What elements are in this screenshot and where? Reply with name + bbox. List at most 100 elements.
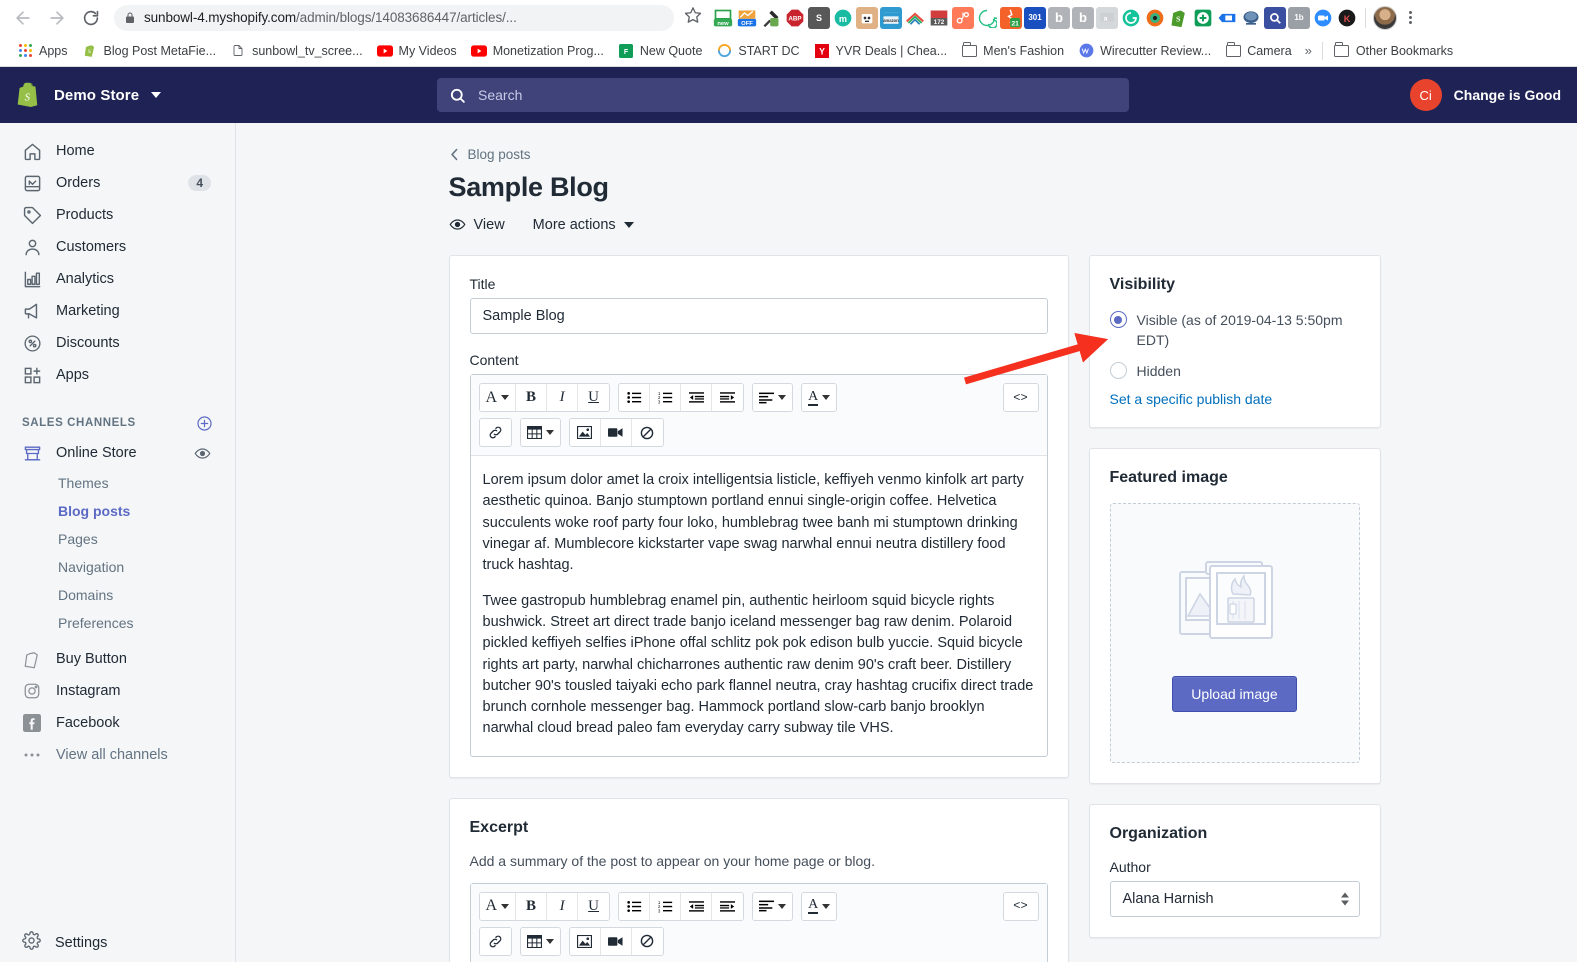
- align-button[interactable]: [753, 384, 793, 411]
- adblock-plus-extension[interactable]: ABP: [784, 7, 806, 29]
- sidebar-item-online-store[interactable]: Online Store: [8, 437, 227, 469]
- bulleted-list-button[interactable]: [619, 384, 651, 411]
- sidebar-item-blog-posts[interactable]: Blog posts: [8, 497, 227, 525]
- sidebar-item-marketing[interactable]: Marketing: [8, 295, 227, 327]
- sidebar-item-facebook[interactable]: Facebook: [8, 707, 227, 739]
- forward-arrow-icon[interactable]: [42, 3, 72, 33]
- indent-button[interactable]: [712, 384, 744, 411]
- bookmark-yvr-deals[interactable]: Y YVR Deals | Chea...: [807, 40, 955, 62]
- table-button[interactable]: [520, 419, 560, 446]
- sidebar-item-domains[interactable]: Domains: [8, 581, 227, 609]
- bookmark-sunbowl-tv-screen[interactable]: sunbowl_tv_scree...: [223, 40, 369, 62]
- badge-21-extension[interactable]: 21: [1000, 6, 1022, 29]
- sidebar-item-settings[interactable]: Settings: [0, 921, 235, 962]
- radio-hidden[interactable]: [1109, 361, 1127, 379]
- amazon-extension[interactable]: amazon: [880, 6, 902, 29]
- sidebar-item-buy-button[interactable]: Buy Button: [8, 643, 227, 675]
- target-extension[interactable]: [1144, 7, 1166, 29]
- clear-formatting-button[interactable]: [631, 419, 663, 446]
- sidebar-item-apps[interactable]: Apps: [8, 359, 227, 391]
- kebab-menu-icon[interactable]: [1399, 11, 1421, 24]
- show-html-button[interactable]: <>: [1003, 384, 1038, 411]
- link-button[interactable]: [479, 927, 511, 955]
- italic-button[interactable]: I: [547, 384, 579, 411]
- counter-172-extension[interactable]: 172: [928, 6, 950, 29]
- star-icon[interactable]: [684, 6, 702, 29]
- indent-button[interactable]: [712, 892, 744, 920]
- underline-button[interactable]: U: [578, 892, 610, 920]
- onetab-extension[interactable]: 1b: [1288, 6, 1310, 29]
- eyedropper-extension[interactable]: [760, 7, 782, 29]
- globe-extension[interactable]: [1240, 7, 1262, 29]
- insert-image-button[interactable]: [569, 927, 601, 955]
- text-color-button[interactable]: A: [802, 384, 837, 411]
- set-publish-date-link[interactable]: Set a specific publish date: [1110, 391, 1360, 407]
- b-gray2-extension[interactable]: b: [1072, 6, 1094, 29]
- store-switcher[interactable]: S Demo Store: [16, 81, 236, 109]
- address-bar[interactable]: sunbowl-4.myshopify.com/admin/blogs/1408…: [114, 4, 674, 31]
- bookmark-wirecutter-review[interactable]: Wirecutter Review...: [1071, 40, 1218, 62]
- sidebar-item-discounts[interactable]: Discounts: [8, 327, 227, 359]
- table-button[interactable]: [520, 927, 560, 955]
- underline-button[interactable]: U: [578, 384, 610, 411]
- rainbow-extension[interactable]: [904, 7, 926, 29]
- italic-button[interactable]: I: [547, 892, 579, 920]
- link-button[interactable]: [479, 419, 511, 446]
- reload-icon[interactable]: [76, 3, 106, 33]
- bookmark-other-bookmarks[interactable]: Other Bookmarks: [1327, 40, 1460, 62]
- font-style-button[interactable]: A: [479, 384, 517, 411]
- sidebar-item-home[interactable]: Home: [8, 135, 227, 167]
- numbered-list-button[interactable]: 123: [650, 384, 682, 411]
- robot-extension[interactable]: [856, 6, 878, 29]
- breadcrumb[interactable]: Blog posts: [449, 147, 1373, 162]
- bold-button[interactable]: B: [516, 384, 548, 411]
- upload-image-button[interactable]: Upload image: [1172, 675, 1297, 712]
- sidebar-item-themes[interactable]: Themes: [8, 469, 227, 497]
- sidebar-item-view-all-channels[interactable]: View all channels: [8, 739, 227, 771]
- visibility-option-visible[interactable]: Visible (as of 2019-04-13 5:50pm EDT): [1109, 310, 1360, 351]
- outdent-button[interactable]: [681, 384, 713, 411]
- bookmark-monetization-program[interactable]: Monetization Prog...: [464, 40, 611, 62]
- sidebar-item-products[interactable]: Products: [8, 199, 227, 231]
- bookmark-start-dc[interactable]: START DC: [709, 40, 806, 62]
- view-button[interactable]: View: [449, 216, 505, 233]
- eye-icon[interactable]: [194, 445, 211, 462]
- card-blue-extension[interactable]: [1216, 7, 1238, 29]
- sidebar-item-customers[interactable]: Customers: [8, 231, 227, 263]
- bookmarks-overflow-button[interactable]: »: [1299, 43, 1318, 58]
- bookmark-mens-fashion[interactable]: Men's Fashion: [954, 40, 1071, 62]
- align-button[interactable]: [753, 892, 793, 920]
- plus-circle-icon[interactable]: [196, 415, 213, 432]
- s-extension[interactable]: S: [808, 6, 830, 29]
- visibility-option-hidden[interactable]: Hidden: [1109, 361, 1360, 381]
- radio-visible[interactable]: [1109, 311, 1127, 328]
- new-tab-extension[interactable]: new: [712, 6, 734, 29]
- sidebar-item-preferences[interactable]: Preferences: [8, 609, 227, 637]
- search-magnifier-extension[interactable]: [1264, 6, 1286, 29]
- bold-button[interactable]: B: [516, 892, 548, 920]
- chrome-profile-avatar[interactable]: [1373, 5, 1397, 30]
- a-chat-extension[interactable]: a: [1096, 6, 1118, 29]
- featured-image-dropzone[interactable]: Upload image: [1109, 502, 1360, 763]
- numbered-list-button[interactable]: 123: [650, 892, 682, 920]
- sidebar-item-navigation[interactable]: Navigation: [8, 553, 227, 581]
- off-toggle-extension[interactable]: OFF: [736, 6, 758, 29]
- redirect-301-extension[interactable]: 301: [1024, 6, 1046, 29]
- show-html-button[interactable]: <>: [1003, 892, 1038, 920]
- title-input[interactable]: [469, 298, 1048, 334]
- insert-image-button[interactable]: [569, 419, 601, 446]
- author-select[interactable]: Alana Harnish: [1109, 880, 1360, 917]
- sidebar-item-instagram[interactable]: Instagram: [8, 675, 227, 707]
- bookmark-my-videos[interactable]: My Videos: [370, 40, 464, 62]
- font-style-button[interactable]: A: [479, 892, 517, 920]
- text-color-button[interactable]: A: [802, 892, 837, 920]
- user-menu[interactable]: Ci Change is Good: [1409, 79, 1561, 111]
- more-actions-button[interactable]: More actions: [533, 217, 634, 233]
- bulleted-list-button[interactable]: [619, 892, 651, 920]
- bookmark-apps[interactable]: Apps: [10, 40, 75, 62]
- bookmark-blog-post-metafields[interactable]: S Blog Post MetaFie...: [75, 40, 224, 62]
- zoom-extension[interactable]: [1312, 7, 1334, 29]
- m-extension[interactable]: m: [832, 7, 854, 29]
- back-arrow-icon[interactable]: [8, 3, 38, 33]
- bookmark-camera[interactable]: Camera: [1218, 40, 1298, 62]
